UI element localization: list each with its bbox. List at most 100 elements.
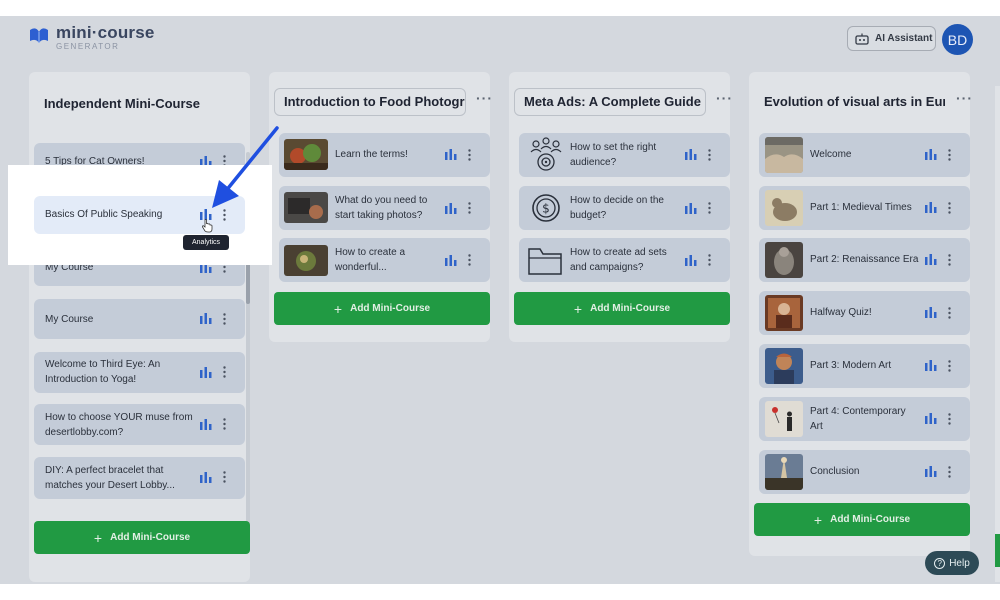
more-options-icon[interactable] bbox=[708, 202, 711, 214]
list-item[interactable]: DIY: A perfect bracelet that matches you… bbox=[34, 457, 245, 499]
analytics-tooltip: Analytics bbox=[183, 235, 229, 250]
artwork-thumbnail bbox=[765, 137, 803, 173]
item-label: How to decide on the budget? bbox=[570, 195, 664, 221]
list-item[interactable]: $ How to decide on the budget? bbox=[519, 186, 730, 230]
list-item[interactable]: How to set the right audience? bbox=[519, 133, 730, 177]
column-title[interactable]: Evolution of visual arts in Eur bbox=[754, 88, 946, 116]
list-item[interactable]: How to create a wonderful... bbox=[279, 238, 490, 282]
item-label: How to choose YOUR muse from desertlobby… bbox=[45, 412, 193, 438]
item-label: Learn the terms! bbox=[335, 149, 408, 160]
list-item[interactable]: My Course bbox=[34, 299, 245, 339]
help-button[interactable]: ? Help bbox=[925, 551, 979, 575]
more-options-icon[interactable] bbox=[223, 418, 226, 430]
more-options-icon[interactable] bbox=[708, 254, 711, 266]
list-item[interactable]: Part 4: Contemporary Art bbox=[759, 397, 970, 441]
analytics-icon[interactable] bbox=[200, 367, 212, 378]
column-menu-icon[interactable]: ··· bbox=[956, 90, 973, 106]
add-mini-course-label: Add Mini-Course bbox=[350, 303, 431, 314]
list-item[interactable]: How to create ad sets and campaigns? bbox=[519, 238, 730, 282]
add-mini-course-button[interactable]: + Add Mini-Course bbox=[274, 292, 490, 325]
more-options-icon[interactable] bbox=[948, 413, 951, 425]
artwork-thumbnail bbox=[765, 295, 803, 331]
more-options-icon[interactable] bbox=[948, 307, 951, 319]
more-options-icon[interactable] bbox=[468, 254, 471, 266]
budget-coin-icon: $ bbox=[532, 194, 560, 222]
analytics-icon[interactable] bbox=[925, 307, 937, 318]
list-item[interactable]: What do you need to start taking photos? bbox=[279, 186, 490, 230]
analytics-icon[interactable] bbox=[445, 203, 457, 214]
list-item[interactable]: Welcome bbox=[759, 133, 970, 177]
analytics-icon[interactable] bbox=[925, 149, 937, 160]
hand-cursor-icon bbox=[201, 219, 213, 233]
list-item[interactable]: Learn the terms! bbox=[279, 133, 490, 177]
food-thumbnail bbox=[284, 245, 328, 276]
more-options-icon[interactable] bbox=[948, 360, 951, 372]
more-options-icon[interactable] bbox=[468, 202, 471, 214]
add-mini-course-button[interactable]: + Add Mini-Course bbox=[754, 503, 970, 536]
ai-assistant-button[interactable]: AI Assistant bbox=[847, 26, 936, 51]
list-item[interactable]: Part 2: Renaissance Era bbox=[759, 238, 970, 282]
analytics-icon[interactable] bbox=[685, 203, 697, 214]
more-options-icon[interactable] bbox=[223, 366, 226, 378]
column-title[interactable]: Introduction to Food Photogr bbox=[274, 88, 466, 116]
add-mini-course-label: Add Mini-Course bbox=[590, 303, 671, 314]
analytics-icon[interactable] bbox=[925, 466, 937, 477]
more-options-icon[interactable] bbox=[948, 254, 951, 266]
list-item[interactable]: Welcome to Third Eye: An Introduction to… bbox=[34, 352, 245, 393]
item-label: My Course bbox=[45, 314, 94, 325]
list-item[interactable]: Part 1: Medieval Times bbox=[759, 186, 970, 230]
pointer-arrow-icon bbox=[212, 126, 279, 208]
analytics-icon[interactable] bbox=[685, 255, 697, 266]
next-column-add-button-edge[interactable] bbox=[995, 534, 1000, 567]
analytics-icon[interactable] bbox=[200, 419, 212, 430]
artwork-thumbnail bbox=[765, 190, 803, 226]
item-label: Part 1: Medieval Times bbox=[810, 202, 912, 213]
analytics-icon[interactable] bbox=[445, 149, 457, 160]
more-options-icon[interactable] bbox=[468, 149, 471, 161]
item-label: How to create ad sets and campaigns? bbox=[570, 247, 667, 273]
food-thumbnail bbox=[284, 139, 328, 170]
item-label: What do you need to start taking photos? bbox=[335, 195, 428, 221]
plus-icon: + bbox=[573, 300, 583, 317]
artwork-thumbnail bbox=[765, 348, 803, 384]
robot-icon bbox=[855, 33, 869, 45]
list-item[interactable]: Part 3: Modern Art bbox=[759, 344, 970, 388]
item-label: Part 4: Contemporary Art bbox=[810, 406, 906, 432]
plus-icon: + bbox=[333, 300, 343, 317]
analytics-icon[interactable] bbox=[925, 254, 937, 265]
list-item[interactable]: How to choose YOUR muse from desertlobby… bbox=[34, 404, 245, 445]
plus-icon: + bbox=[813, 511, 823, 528]
logo-icon bbox=[30, 28, 48, 43]
more-options-icon[interactable] bbox=[948, 149, 951, 161]
analytics-icon[interactable] bbox=[200, 472, 212, 483]
list-item[interactable]: Halfway Quiz! bbox=[759, 291, 970, 335]
svg-text:$: $ bbox=[542, 202, 550, 216]
item-label: Halfway Quiz! bbox=[810, 307, 872, 318]
analytics-icon[interactable] bbox=[925, 202, 937, 213]
more-options-icon[interactable] bbox=[223, 313, 226, 325]
column-title[interactable]: Meta Ads: A Complete Guide bbox=[514, 88, 706, 116]
list-item[interactable]: Conclusion bbox=[759, 450, 970, 494]
add-mini-course-button[interactable]: + Add Mini-Course bbox=[514, 292, 730, 325]
analytics-icon[interactable] bbox=[925, 413, 937, 424]
more-options-icon[interactable] bbox=[948, 202, 951, 214]
ai-assistant-label: AI Assistant bbox=[875, 33, 933, 44]
analytics-icon[interactable] bbox=[200, 313, 212, 324]
add-mini-course-label: Add Mini-Course bbox=[110, 532, 191, 543]
analytics-icon[interactable] bbox=[925, 360, 937, 371]
avatar[interactable]: BD bbox=[942, 24, 973, 55]
audience-target-icon bbox=[530, 137, 562, 171]
item-label: Welcome to Third Eye: An Introduction to… bbox=[45, 359, 161, 385]
more-options-icon[interactable] bbox=[948, 466, 951, 478]
more-options-icon[interactable] bbox=[223, 471, 226, 483]
item-label: Part 3: Modern Art bbox=[810, 360, 892, 371]
more-options-icon[interactable] bbox=[708, 149, 711, 161]
column-menu-icon[interactable]: ··· bbox=[476, 90, 493, 106]
analytics-icon[interactable] bbox=[685, 149, 697, 160]
app-background: mini·course GENERATOR AI Assistant BD In… bbox=[0, 16, 1000, 584]
column-menu-icon[interactable]: ··· bbox=[716, 90, 733, 106]
item-label: Part 2: Renaissance Era bbox=[810, 254, 919, 265]
logo[interactable]: mini·course GENERATOR bbox=[28, 24, 155, 51]
analytics-icon[interactable] bbox=[445, 255, 457, 266]
add-mini-course-button[interactable]: + Add Mini-Course bbox=[34, 521, 250, 554]
